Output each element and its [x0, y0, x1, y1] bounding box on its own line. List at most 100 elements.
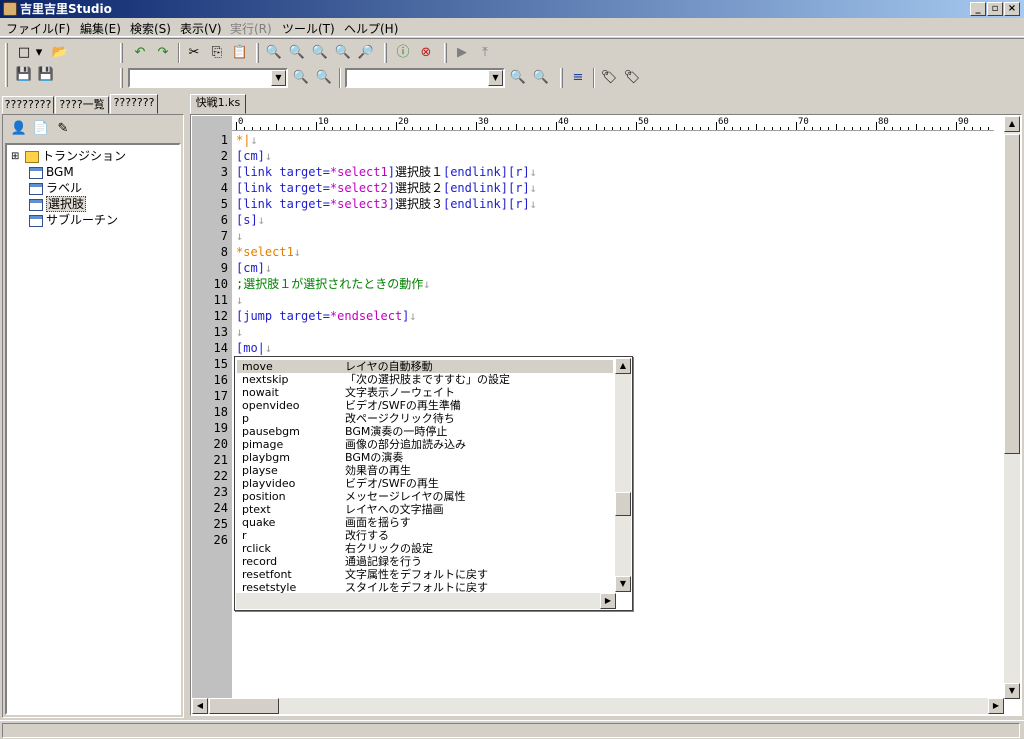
menu-help[interactable]: ヘルプ(H): [344, 20, 398, 37]
replace-icon[interactable]: 🔍: [333, 43, 353, 63]
run-icon[interactable]: ▶: [452, 43, 472, 63]
menu-edit[interactable]: 編集(E): [80, 20, 121, 37]
open-folder-icon[interactable]: 📂: [50, 43, 70, 63]
scroll-up-icon[interactable]: ▲: [1004, 116, 1020, 132]
autocomplete-popup[interactable]: move レイヤの自動移動 nextskip 「次の選択肢まですすむ」の設定 nowai…: [234, 356, 633, 611]
find-in-files-icon[interactable]: 🔎: [356, 43, 376, 63]
tag-search-icon[interactable]: 🔍: [508, 68, 528, 88]
autocomplete-item[interactable]: rclick 右クリックの設定: [237, 542, 613, 555]
tab-left-3[interactable]: ???????: [110, 94, 158, 114]
autocomplete-item[interactable]: playse 効果音の再生: [237, 464, 613, 477]
toolbar-grip[interactable]: [5, 43, 8, 87]
autocomplete-item[interactable]: pausebgm BGM演奏の一時停止: [237, 425, 613, 438]
undo-icon[interactable]: ↶: [130, 43, 150, 63]
chevron-down-icon[interactable]: ▼: [488, 70, 503, 86]
popup-horizontal-scrollbar[interactable]: ▶: [236, 593, 616, 609]
scroll-right-icon[interactable]: ▶: [988, 698, 1004, 714]
scroll-down-icon[interactable]: ▼: [615, 576, 631, 592]
menu-file[interactable]: ファイル(F): [6, 20, 70, 37]
autocomplete-item[interactable]: playbgm BGMの演奏: [237, 451, 613, 464]
tree-item-choice[interactable]: 選択肢: [29, 196, 87, 212]
autocomplete-item[interactable]: nowait 文字表示ノーウェイト: [237, 386, 613, 399]
code-line[interactable]: [mo|↓: [236, 340, 272, 356]
scroll-thumb[interactable]: [1004, 134, 1020, 454]
info-icon[interactable]: ⓘ: [393, 43, 413, 63]
indent-icon[interactable]: ≡: [568, 68, 588, 88]
toolbar-grip[interactable]: [120, 68, 123, 88]
scroll-down-icon[interactable]: ▼: [1004, 683, 1020, 699]
menu-view[interactable]: 表示(V): [180, 20, 222, 37]
restore-button[interactable]: ▫: [987, 2, 1003, 16]
autocomplete-item[interactable]: ptext レイヤへの文字描画: [237, 503, 613, 516]
jump-label-alt-icon[interactable]: 🔍: [314, 68, 334, 88]
code-line[interactable]: ↓: [236, 324, 243, 340]
menu-tools[interactable]: ツール(T): [282, 20, 335, 37]
tree-item-label-node[interactable]: ラベル: [29, 180, 82, 196]
toolbar-grip[interactable]: [384, 43, 387, 63]
save-icon[interactable]: 💾: [14, 65, 34, 85]
stop-icon[interactable]: ⊗: [416, 43, 436, 63]
tag-insert-icon[interactable]: 🏷: [599, 68, 619, 88]
find-icon[interactable]: 🔍: [264, 43, 284, 63]
horizontal-scrollbar[interactable]: ◀ ▶: [192, 698, 1004, 714]
popup-vertical-scrollbar[interactable]: ▲ ▼: [615, 358, 631, 592]
minimize-button[interactable]: _: [970, 2, 986, 16]
find-prev-icon[interactable]: 🔍: [310, 43, 330, 63]
tag-edit-icon[interactable]: 🏷: [622, 68, 642, 88]
autocomplete-item[interactable]: p 改ページクリック待ち: [237, 412, 613, 425]
scroll-up-icon[interactable]: ▲: [615, 358, 631, 374]
code-line[interactable]: ;選択肢１が選択されたときの動作↓: [236, 276, 430, 292]
tag-search-alt-icon[interactable]: 🔍: [531, 68, 551, 88]
code-line[interactable]: [link target=*select3]選択肢３[endlink][r]↓: [236, 196, 537, 212]
code-line[interactable]: [cm]↓: [236, 148, 272, 164]
scroll-right-icon[interactable]: ▶: [600, 593, 616, 609]
menu-run[interactable]: 実行(R): [230, 20, 272, 37]
code-line[interactable]: [link target=*select1]選択肢１[endlink][r]↓: [236, 164, 537, 180]
copy-icon[interactable]: ⎘: [207, 43, 227, 63]
code-line[interactable]: *|↓: [236, 132, 258, 148]
tree-item-bgm[interactable]: BGM: [29, 164, 74, 180]
toolbar-grip[interactable]: [560, 68, 563, 88]
toolbar-grip[interactable]: [256, 43, 259, 63]
vertical-scrollbar[interactable]: ▲ ▼: [1004, 116, 1020, 699]
jump-label-icon[interactable]: 🔍: [291, 68, 311, 88]
code-line[interactable]: ↓: [236, 292, 243, 308]
tree-expander-icon[interactable]: ⊞: [11, 149, 19, 165]
scroll-thumb[interactable]: [615, 492, 631, 516]
autocomplete-item[interactable]: pimage 画像の部分追加読み込み: [237, 438, 613, 451]
tree-item-subroutine[interactable]: サブルーチン: [29, 212, 118, 228]
redo-icon[interactable]: ↷: [153, 43, 173, 63]
tree-item-transition[interactable]: トランジション: [25, 148, 126, 164]
menu-search[interactable]: 検索(S): [130, 20, 171, 37]
cut-icon[interactable]: ✂: [184, 43, 204, 63]
autocomplete-item[interactable]: r 改行する: [237, 529, 613, 542]
tab-left-1[interactable]: ????????: [2, 96, 54, 114]
step-icon[interactable]: ⤒: [475, 43, 495, 63]
autocomplete-item[interactable]: openvideo ビデオ/SWFの再生準備: [237, 399, 613, 412]
autocomplete-item[interactable]: record 通過記録を行う: [237, 555, 613, 568]
new-dropdown-icon[interactable]: ▾: [34, 43, 44, 63]
pages-icon[interactable]: 📄: [31, 119, 51, 139]
autocomplete-item[interactable]: position メッセージレイヤの属性: [237, 490, 613, 503]
code-line[interactable]: [cm]↓: [236, 260, 272, 276]
person-icon[interactable]: 👤: [9, 119, 29, 139]
tab-left-2[interactable]: ????一覧: [55, 96, 109, 114]
autocomplete-item[interactable]: resetfont 文字属性をデフォルトに戻す: [237, 568, 613, 581]
close-button[interactable]: ×: [1004, 2, 1020, 16]
code-line[interactable]: ↓: [236, 228, 243, 244]
find-next-icon[interactable]: 🔍: [287, 43, 307, 63]
autocomplete-item[interactable]: move レイヤの自動移動: [237, 360, 613, 373]
code-line[interactable]: [jump target=*endselect]↓: [236, 308, 417, 324]
autocomplete-item[interactable]: playvideo ビデオ/SWFの再生: [237, 477, 613, 490]
tag-combo[interactable]: ▼: [345, 68, 505, 88]
toolbar-grip[interactable]: [120, 43, 123, 63]
code-line[interactable]: [link target=*select2]選択肢２[endlink][r]↓: [236, 180, 537, 196]
autocomplete-item[interactable]: quake 画面を揺らす: [237, 516, 613, 529]
tab-editor-file[interactable]: 快戦1.ks: [190, 94, 246, 114]
save-all-icon[interactable]: 💾: [36, 65, 56, 85]
paste-icon[interactable]: 📋: [230, 43, 250, 63]
scroll-thumb[interactable]: [209, 698, 279, 714]
scroll-left-icon[interactable]: ◀: [192, 698, 208, 714]
new-file-icon[interactable]: □: [14, 43, 34, 63]
autocomplete-item[interactable]: nextskip 「次の選択肢まですすむ」の設定: [237, 373, 613, 386]
